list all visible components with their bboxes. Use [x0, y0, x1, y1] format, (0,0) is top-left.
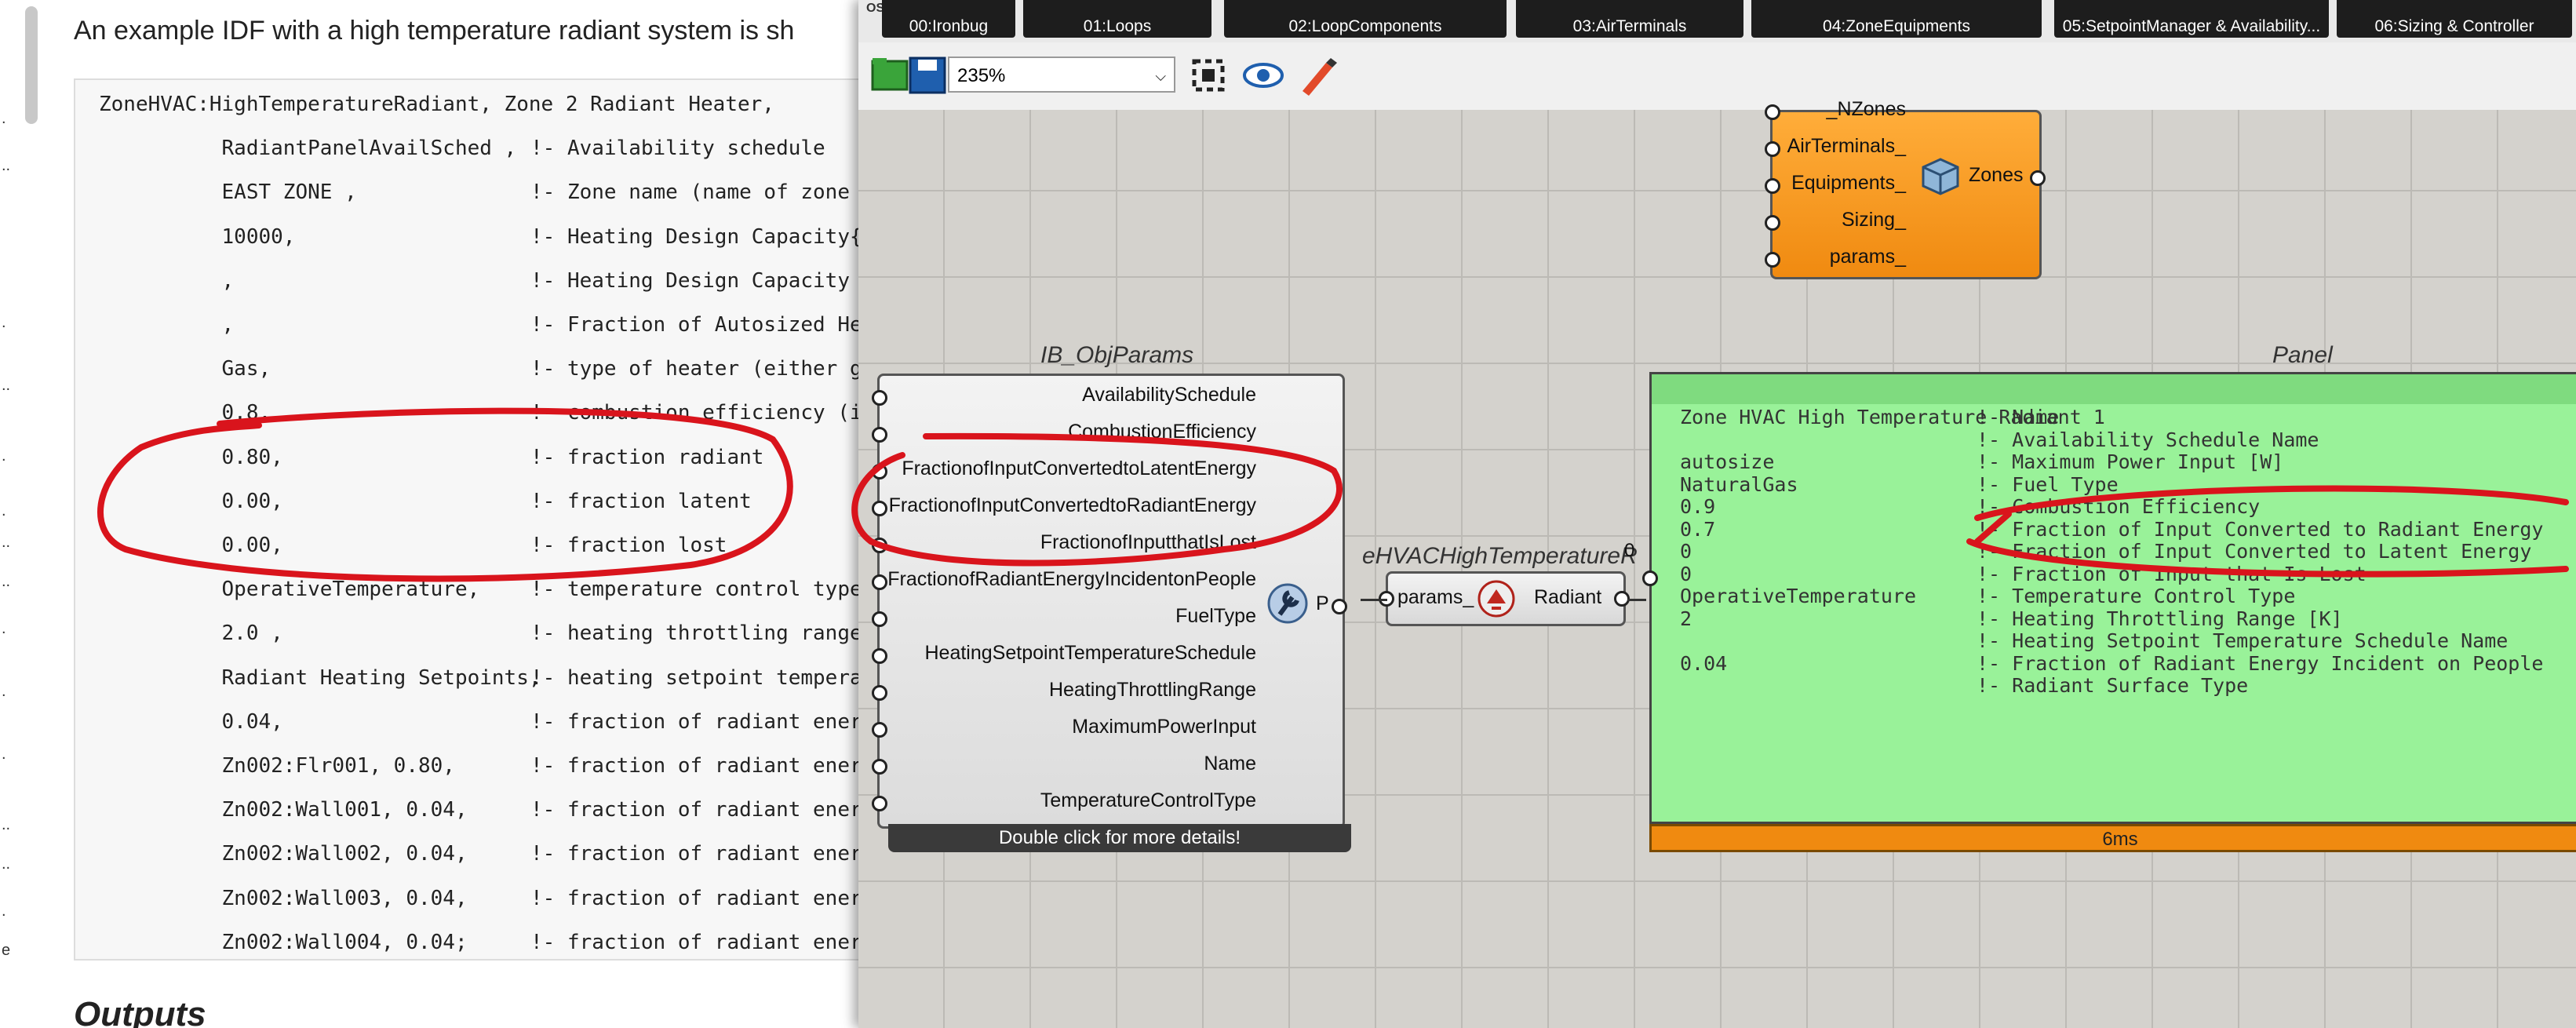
annotation-ellipse-doc: [97, 407, 793, 582]
annotation-arc-panel-bottom: [1966, 538, 2569, 578]
annotation-overlay: [97, 407, 2569, 582]
annotation-arc-panel-top: [1974, 485, 2569, 521]
annotation-ellipse-params: [851, 432, 1343, 567]
